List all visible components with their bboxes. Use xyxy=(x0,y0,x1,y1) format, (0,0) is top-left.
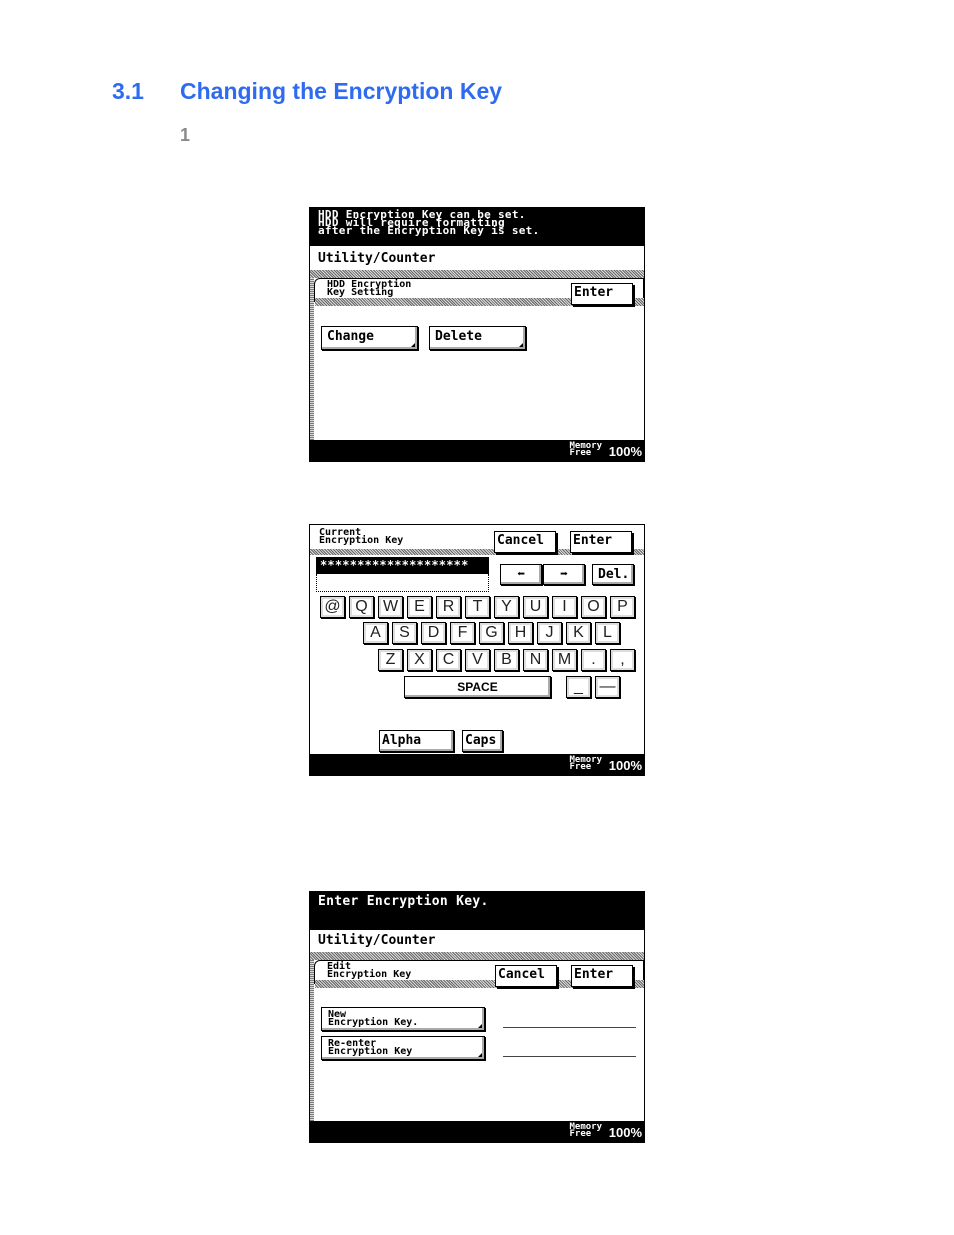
dash-key[interactable]: — xyxy=(595,676,620,698)
key-l[interactable]: L xyxy=(595,622,620,644)
key-v[interactable]: V xyxy=(465,649,490,671)
reenter-key-value-field[interactable] xyxy=(503,1056,636,1057)
key-input-field[interactable]: ******************** xyxy=(316,557,489,574)
key-d[interactable]: D xyxy=(421,622,446,644)
breadcrumb: Utility/Counter xyxy=(310,933,644,948)
space-key[interactable]: SPACE xyxy=(404,676,551,698)
hatch-divider xyxy=(310,952,644,960)
key-g[interactable]: G xyxy=(479,622,504,644)
key-h[interactable]: H xyxy=(508,622,533,644)
caps-button[interactable]: Caps xyxy=(462,730,503,752)
key-n[interactable]: N xyxy=(523,649,548,671)
key-z[interactable]: Z xyxy=(378,649,403,671)
key-m[interactable]: M xyxy=(552,649,577,671)
enter-button[interactable]: Enter xyxy=(570,531,632,553)
left-rail xyxy=(310,960,314,1121)
screen-edit-encryption-key: Enter Encryption Key. Utility/Counter Ed… xyxy=(309,891,645,1143)
key-j[interactable]: J xyxy=(537,622,562,644)
key-e[interactable]: E xyxy=(407,596,432,618)
key-f[interactable]: F xyxy=(450,622,475,644)
delete-char-button[interactable]: Del. xyxy=(592,564,634,585)
breadcrumb: Utility/Counter xyxy=(310,251,644,266)
tab-title: Edit Encryption Key xyxy=(327,961,412,980)
delete-button[interactable]: Delete xyxy=(429,326,526,350)
left-arrow-icon: ⬅ xyxy=(517,567,525,582)
key-o[interactable]: O xyxy=(581,596,606,618)
message-bar: Enter Encryption Key. xyxy=(310,892,644,930)
key-b[interactable]: B xyxy=(494,649,519,671)
memory-label: Memory Free xyxy=(569,441,602,458)
screen-current-key-entry: Current Encryption Key Cancel Enter ****… xyxy=(309,524,645,776)
tab-title: Current Encryption Key xyxy=(319,527,404,546)
key-u[interactable]: U xyxy=(523,596,548,618)
new-key-button[interactable]: New Encryption Key. xyxy=(321,1007,485,1031)
new-key-value-field[interactable] xyxy=(503,1027,636,1028)
change-button[interactable]: Change xyxy=(321,326,418,350)
key-r[interactable]: R xyxy=(436,596,461,618)
status-footer: Memory Free 100% xyxy=(310,1121,644,1142)
key-comma[interactable]: , xyxy=(610,649,635,671)
memory-value: 100% xyxy=(608,758,642,773)
alpha-button[interactable]: Alpha xyxy=(379,730,454,752)
step-number: 1 xyxy=(180,125,191,145)
key-q[interactable]: Q xyxy=(349,596,374,618)
reenter-key-button[interactable]: Re-enter Encryption Key xyxy=(321,1036,485,1060)
enter-button[interactable]: Enter xyxy=(571,965,633,987)
key-c[interactable]: C xyxy=(436,649,461,671)
key-w[interactable]: W xyxy=(378,596,403,618)
key-p[interactable]: P xyxy=(610,596,635,618)
screen-hdd-encryption-setting: HDD Encryption Key can be set. HDD will … xyxy=(309,207,645,462)
memory-label: Memory Free xyxy=(569,755,602,772)
key-a[interactable]: A xyxy=(363,622,388,644)
underscore-key[interactable]: _ xyxy=(566,676,591,698)
right-arrow-icon: ➡ xyxy=(560,567,568,582)
message-bar: HDD Encryption Key can be set. HDD will … xyxy=(310,208,644,246)
cancel-button[interactable]: Cancel xyxy=(494,531,556,553)
key-y[interactable]: Y xyxy=(494,596,519,618)
key-period[interactable]: . xyxy=(581,649,606,671)
tab-title: HDD Encryption Key Setting xyxy=(327,279,412,298)
left-rail xyxy=(310,278,314,440)
enter-button[interactable]: Enter xyxy=(571,283,633,305)
memory-value: 100% xyxy=(608,444,642,459)
memory-value: 100% xyxy=(608,1125,642,1140)
key-x[interactable]: X xyxy=(407,649,432,671)
key-input-area xyxy=(316,574,489,592)
key-s[interactable]: S xyxy=(392,622,417,644)
section-number: 3.1 xyxy=(112,78,144,104)
key-i[interactable]: I xyxy=(552,596,577,618)
key-t[interactable]: T xyxy=(465,596,490,618)
section-title: Changing the Encryption Key xyxy=(180,78,503,104)
cursor-left-button[interactable]: ⬅ xyxy=(500,564,542,585)
cancel-button[interactable]: Cancel xyxy=(495,965,557,987)
status-footer: Memory Free 100% xyxy=(310,440,644,461)
key-@[interactable]: @ xyxy=(320,596,345,618)
section-heading: 3.1 Changing the Encryption Key xyxy=(112,78,502,105)
cursor-right-button[interactable]: ➡ xyxy=(543,564,585,585)
key-k[interactable]: K xyxy=(566,622,591,644)
status-footer: Memory Free 100% xyxy=(310,754,644,775)
memory-label: Memory Free xyxy=(569,1122,602,1139)
hatch-divider xyxy=(310,270,644,278)
